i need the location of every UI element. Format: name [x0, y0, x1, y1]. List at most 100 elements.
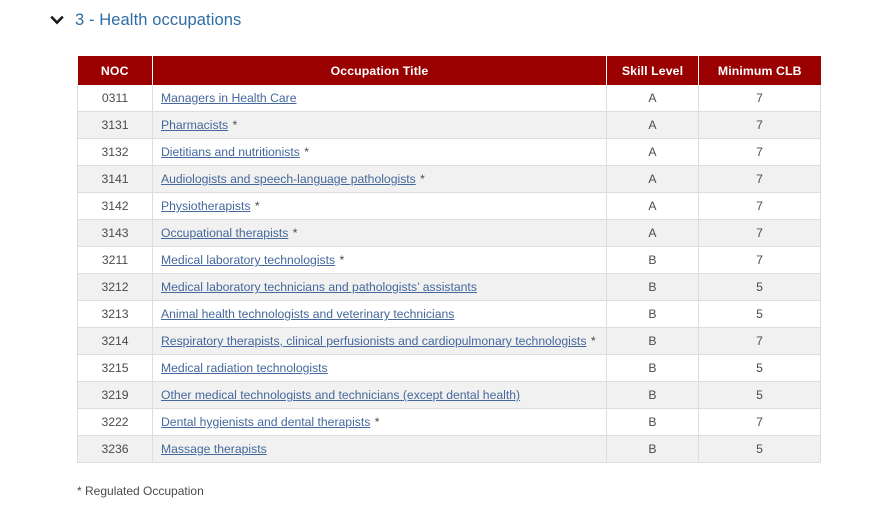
table-row: 3141 Audiologists and speech-language pat… [77, 165, 821, 193]
column-header-skill-level: Skill Level [606, 56, 699, 85]
cell-occupation-title: Dental hygienists and dental therapists … [152, 408, 607, 436]
cell-noc: 3213 [77, 300, 153, 328]
table-row: 3219 Other medical technologists and tech… [77, 381, 821, 409]
table-row: 3236 Massage therapists B 5 [77, 435, 821, 463]
cell-skill-level: B [606, 300, 699, 328]
cell-noc: 3212 [77, 273, 153, 301]
cell-minimum-clb: 7 [698, 111, 821, 139]
cell-occupation-title: Dietitians and nutritionists * [152, 138, 607, 166]
occupation-link[interactable]: Medical radiation technologists [161, 361, 328, 375]
cell-minimum-clb: 5 [698, 300, 821, 328]
occupation-link[interactable]: Massage therapists [161, 442, 267, 456]
occupation-link[interactable]: Dietitians and nutritionists [161, 145, 300, 159]
cell-noc: 3211 [77, 246, 153, 274]
regulated-occupation-marker: * [292, 226, 298, 240]
table-row: 3142 Physiotherapists * A 7 [77, 192, 821, 220]
occupation-link[interactable]: Physiotherapists [161, 199, 250, 213]
cell-occupation-title: Audiologists and speech-language patholo… [152, 165, 607, 193]
occupation-link[interactable]: Animal health technologists and veterina… [161, 307, 454, 321]
table-row: 0311 Managers in Health Care A 7 [77, 85, 821, 112]
chevron-down-icon[interactable] [48, 11, 66, 29]
column-header-occupation-title: Occupation Title [152, 56, 607, 85]
regulated-occupation-marker: * [420, 172, 425, 186]
cell-noc: 3132 [77, 138, 153, 166]
cell-skill-level: B [606, 381, 699, 409]
section-toggle-health-occupations[interactable]: 3 - Health occupations [48, 11, 241, 29]
cell-occupation-title: Medical laboratory technicians and patho… [152, 273, 607, 301]
cell-minimum-clb: 5 [698, 381, 821, 409]
cell-minimum-clb: 7 [698, 246, 821, 274]
occupation-link[interactable]: Other medical technologists and technici… [161, 388, 520, 402]
cell-occupation-title: Other medical technologists and technici… [152, 381, 607, 409]
cell-noc: 3215 [77, 354, 153, 382]
cell-minimum-clb: 7 [698, 192, 821, 220]
cell-skill-level: B [606, 354, 699, 382]
cell-skill-level: A [606, 85, 699, 112]
cell-occupation-title: Respiratory therapists, clinical perfusi… [152, 327, 607, 355]
regulated-occupation-marker: * [232, 118, 238, 132]
cell-occupation-title: Occupational therapists * [152, 219, 607, 247]
cell-skill-level: A [606, 192, 699, 220]
cell-occupation-title: Medical laboratory technologists * [152, 246, 607, 274]
column-header-minimum-clb: Minimum CLB [698, 56, 821, 85]
cell-minimum-clb: 7 [698, 327, 821, 355]
cell-noc: 3143 [77, 219, 153, 247]
cell-noc: 3214 [77, 327, 153, 355]
table-row: 3213 Animal health technologists and vete… [77, 300, 821, 328]
cell-noc: 3219 [77, 381, 153, 409]
cell-noc: 3222 [77, 408, 153, 436]
cell-minimum-clb: 7 [698, 85, 821, 112]
page-title: 3 - Health occupations [75, 10, 242, 29]
occupation-link[interactable]: Managers in Health Care [161, 91, 297, 105]
cell-skill-level: B [606, 327, 699, 355]
table-row: 3212 Medical laboratory technicians and p… [77, 273, 821, 301]
occupation-link[interactable]: Medical laboratory technicians and patho… [161, 280, 477, 294]
regulated-occupation-marker: * [374, 415, 380, 429]
cell-noc: 3142 [77, 192, 153, 220]
regulated-occupation-marker: * [590, 334, 596, 348]
occupations-table: NOC Occupation Title Skill Level Minimum… [77, 56, 821, 463]
cell-minimum-clb: 7 [698, 408, 821, 436]
regulated-occupation-marker: * [304, 145, 310, 159]
cell-minimum-clb: 5 [698, 354, 821, 382]
cell-occupation-title: Medical radiation technologists [152, 354, 607, 382]
table-row: 3214 Respiratory therapists, clinical per… [77, 327, 821, 355]
page-root: 3 - Health occupations NOC Occupation Ti… [0, 0, 884, 506]
cell-occupation-title: Managers in Health Care [152, 85, 607, 112]
cell-minimum-clb: 7 [698, 219, 821, 247]
table-row: 3132 Dietitians and nutritionists * A 7 [77, 138, 821, 166]
table-row: 3215 Medical radiation technologists B 5 [77, 354, 821, 382]
cell-occupation-title: Physiotherapists * [152, 192, 607, 220]
table-header-row: NOC Occupation Title Skill Level Minimum… [77, 56, 821, 85]
cell-skill-level: A [606, 165, 699, 193]
table-row: 3211 Medical laboratory technologists * B 7 [77, 246, 821, 274]
occupation-link[interactable]: Audiologists and speech-language patholo… [161, 172, 416, 186]
occupation-link[interactable]: Occupational therapists [161, 226, 288, 240]
table-row: 3143 Occupational therapists * A 7 [77, 219, 821, 247]
occupation-link[interactable]: Dental hygienists and dental therapists [161, 415, 370, 429]
cell-skill-level: B [606, 246, 699, 274]
table-header: NOC Occupation Title Skill Level Minimum… [77, 56, 821, 85]
cell-skill-level: A [606, 111, 699, 139]
cell-minimum-clb: 5 [698, 435, 821, 463]
cell-noc: 3131 [77, 111, 153, 139]
cell-skill-level: A [606, 138, 699, 166]
cell-skill-level: B [606, 408, 699, 436]
table-row: 3131 Pharmacists * A 7 [77, 111, 821, 139]
regulated-occupation-marker: * [254, 199, 260, 213]
occupation-link[interactable]: Medical laboratory technologists [161, 253, 335, 267]
cell-occupation-title: Pharmacists * [152, 111, 607, 139]
cell-noc: 0311 [77, 85, 153, 112]
cell-occupation-title: Animal health technologists and veterina… [152, 300, 607, 328]
column-header-noc: NOC [77, 56, 153, 85]
table-row: 3222 Dental hygienists and dental therapi… [77, 408, 821, 436]
cell-minimum-clb: 7 [698, 138, 821, 166]
occupation-link[interactable]: Pharmacists [161, 118, 228, 132]
cell-minimum-clb: 5 [698, 273, 821, 301]
regulated-occupation-marker: * [339, 253, 345, 267]
occupation-link[interactable]: Respiratory therapists, clinical perfusi… [161, 334, 586, 348]
cell-skill-level: B [606, 435, 699, 463]
cell-occupation-title: Massage therapists [152, 435, 607, 463]
cell-noc: 3236 [77, 435, 153, 463]
cell-skill-level: B [606, 273, 699, 301]
